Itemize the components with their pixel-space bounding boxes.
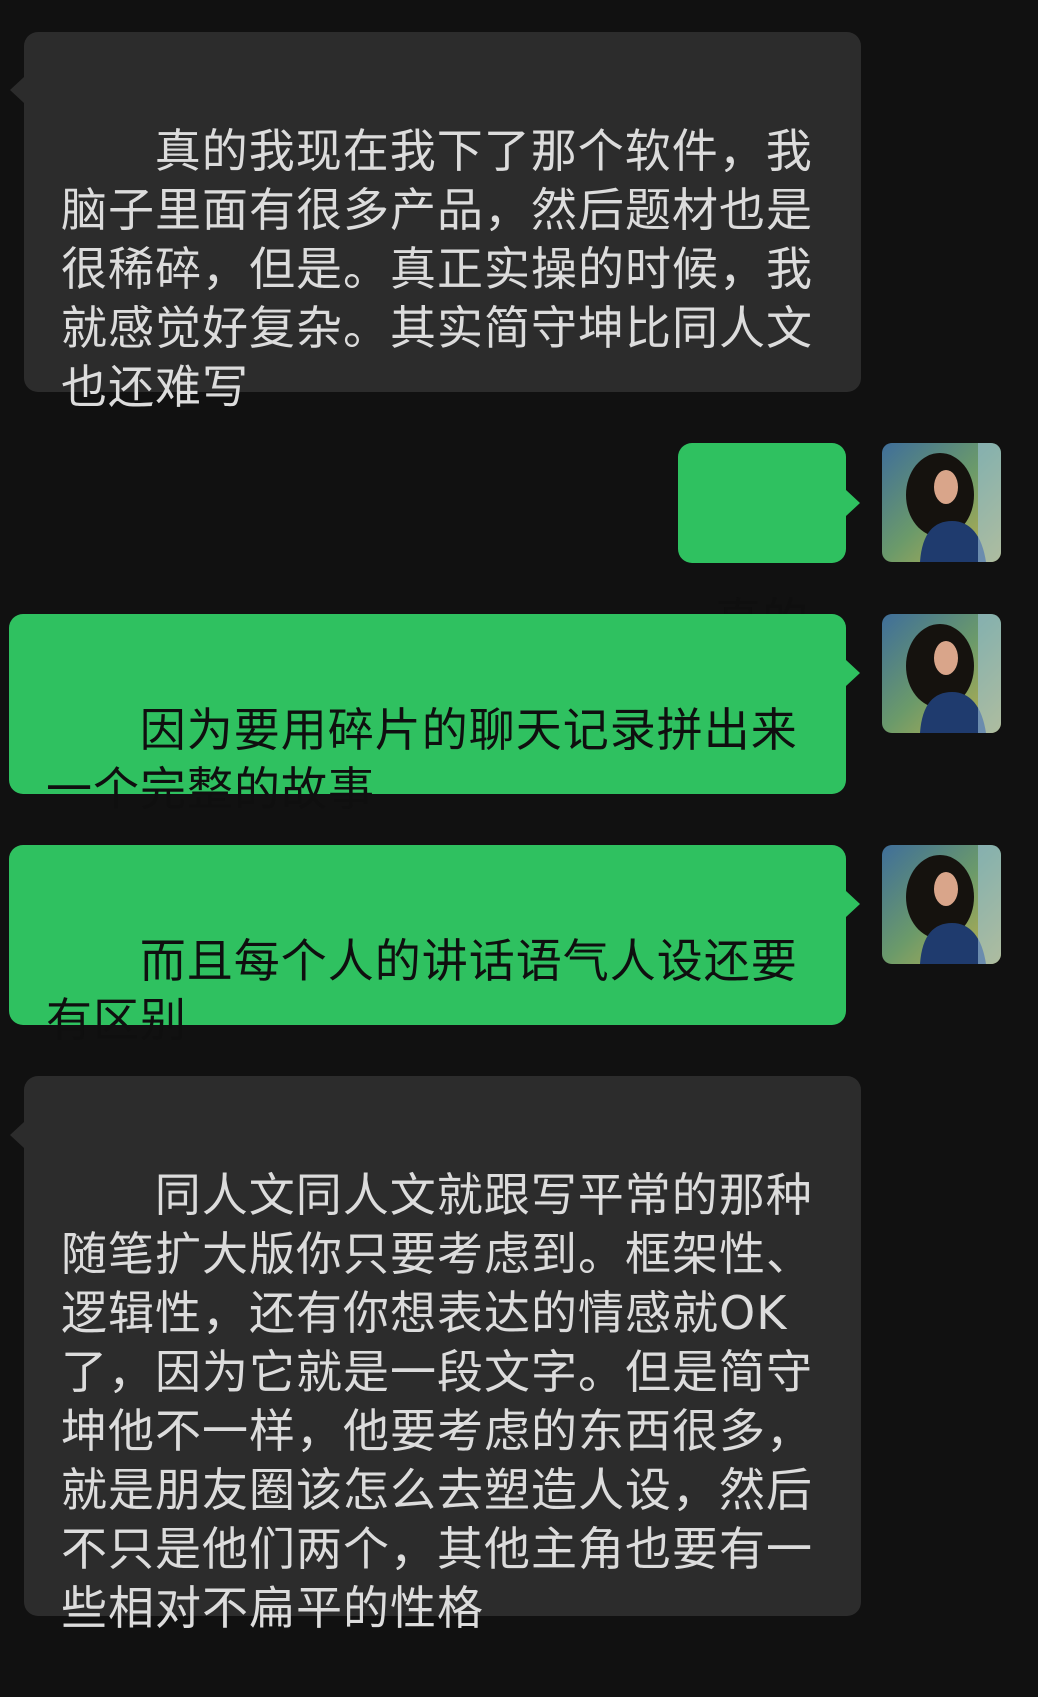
message-bubble[interactable]: 同人文同人文就跟写平常的那种随笔扩大版你只要考虑到。框架性、逻辑性，还有你想表达…: [24, 1076, 861, 1635]
message-incoming: 同人文同人文就跟写平常的那种随笔扩大版你只要考虑到。框架性、逻辑性，还有你想表达…: [0, 0, 1038, 1659]
message-text: 同人文同人文就跟写平常的那种随笔扩大版你只要考虑到。框架性、逻辑性，还有你想表达…: [61, 1168, 813, 1635]
bubble-tail: [10, 1122, 24, 1148]
chat-message-list[interactable]: 真的我现在我下了那个软件，我脑子里面有很多产品，然后题材也是很稀碎，但是。真正实…: [0, 0, 1038, 1659]
